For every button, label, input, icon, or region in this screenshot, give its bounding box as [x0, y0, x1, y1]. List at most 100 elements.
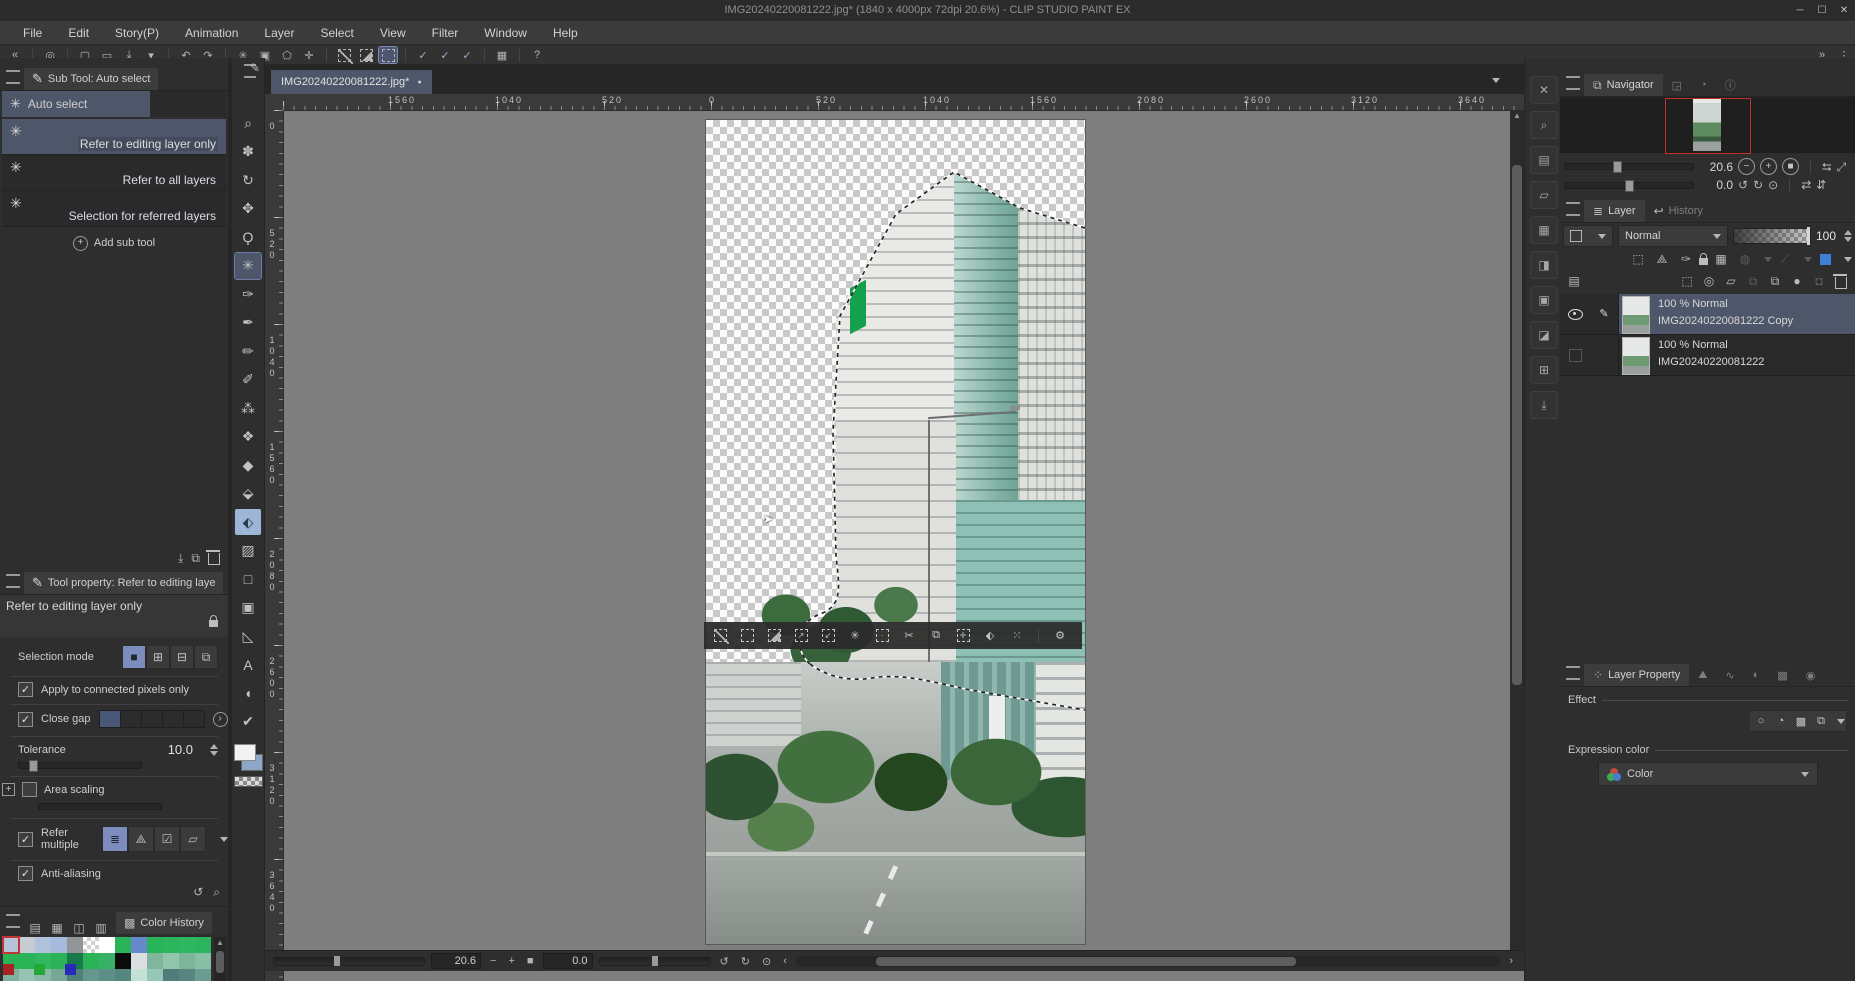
snap-to-grid-icon[interactable]: ✓ — [458, 47, 476, 63]
how-to-use-icon[interactable]: ? — [528, 47, 546, 63]
hand-tool[interactable]: ✽ — [235, 139, 261, 165]
lock-icon[interactable] — [209, 615, 218, 627]
clear-icon[interactable]: ✳ — [843, 625, 867, 646]
palette-dock-icon-8[interactable]: ◪ — [1530, 321, 1558, 349]
layer-property-tab[interactable]: ⁘ Layer Property — [1584, 664, 1690, 686]
layer-tab[interactable]: ≣ Layer — [1584, 200, 1645, 222]
rotation-value[interactable]: 0.0 — [542, 953, 593, 969]
nav-rotate-left-icon[interactable]: ↺ — [1738, 179, 1748, 191]
tool-property-panel-tab[interactable]: ✎ Tool property: Refer to editing laye — [24, 572, 224, 594]
color-swatch[interactable] — [147, 937, 163, 953]
ruler-range-icon[interactable]: ⟋ — [1774, 250, 1796, 268]
document-tab[interactable]: IMG20240220081222.jpg* ● — [271, 70, 432, 94]
sub-tool-menu-icon[interactable] — [6, 70, 20, 84]
brush-tool[interactable]: ✐ — [235, 367, 261, 393]
film-tab-icon[interactable]: ▩ — [1768, 664, 1796, 686]
fill-tool[interactable]: ⬖ — [235, 509, 261, 535]
nav-rotate-right-icon[interactable]: ↻ — [1753, 179, 1763, 191]
opacity-spinner[interactable] — [1844, 230, 1852, 242]
color-swatch[interactable] — [179, 937, 195, 953]
color-swatch[interactable] — [115, 937, 131, 953]
navigator-rotate-slider[interactable] — [1564, 179, 1694, 192]
close-gap-checkbox[interactable]: ✓ — [18, 711, 33, 727]
sub-tool-panel-tab[interactable]: ✎ Sub Tool: Auto select — [24, 68, 159, 90]
transparent-color-swatch[interactable] — [234, 776, 263, 787]
effect-chevron-icon[interactable] — [1837, 718, 1845, 724]
zoom-value[interactable]: 20.6 — [431, 953, 481, 969]
scroll-up-icon[interactable]: ▲ — [1510, 110, 1524, 122]
close-gap-level-5[interactable] — [182, 711, 204, 727]
canvas-viewport[interactable]: ↗ ↙ ✳ · ✂ ⧉ ✛ ⬖ ⁙ ⚙ ➤ — [283, 110, 1510, 967]
color-swatch[interactable] — [19, 937, 35, 953]
merge-with-lower-layer-icon[interactable]: ⧉ — [1764, 272, 1786, 290]
color-history-tab[interactable]: ▩ Color History — [116, 912, 212, 934]
palette-dock-icon-5[interactable]: ▦ — [1530, 216, 1558, 244]
close-button[interactable]: ✕ — [1835, 3, 1853, 18]
layer-list-view-icon[interactable]: ▤ — [1563, 272, 1585, 290]
rotate-right-icon[interactable]: ↻ — [738, 955, 753, 968]
delete-layer-icon[interactable] — [1830, 272, 1852, 290]
auto-select-tool[interactable]: ✳ — [234, 251, 262, 280]
refer-selected-layers-icon[interactable]: ☑ — [154, 826, 180, 852]
horizontal-scrollbar[interactable] — [795, 955, 1501, 967]
tolerance-spinner[interactable] — [210, 743, 218, 756]
pen-tool[interactable]: ✒ — [235, 310, 261, 336]
move-layer-tool[interactable]: ✥ — [235, 196, 261, 222]
eye-icon[interactable] — [1567, 309, 1583, 320]
color-slider-tab-icon[interactable]: ▦ — [46, 922, 68, 934]
extract-line-tab-icon[interactable]: ◐ — [1744, 664, 1769, 686]
halftone-effect-icon[interactable]: ▩ — [1791, 712, 1811, 730]
nav-fit-icon[interactable]: ■ — [1782, 158, 1799, 175]
reset-rotation-icon[interactable]: ⊙ — [759, 955, 774, 968]
eyedropper-tool[interactable]: ✑ — [235, 281, 261, 307]
sub-tool-item[interactable]: ✳ Selection for referred layers — [2, 191, 226, 227]
clear-outside-icon[interactable]: · — [870, 625, 894, 646]
blend-tool[interactable]: ⬙ — [235, 481, 261, 507]
apply-connected-checkbox[interactable]: ✓ — [18, 682, 33, 697]
deselect-icon[interactable] — [708, 625, 732, 646]
selection-mode-multiply-icon[interactable]: ⧉ — [194, 645, 218, 669]
color-swatch[interactable] — [2, 936, 20, 954]
snap-to-ruler-icon[interactable]: ✓ — [414, 47, 432, 63]
color-wheel-tab-icon[interactable]: ▤ — [24, 922, 46, 934]
refer-multiple-checkbox[interactable]: ✓ — [18, 831, 33, 847]
lock-layer-icon[interactable] — [1699, 253, 1708, 265]
refer-reference-layer-icon[interactable]: ⟁ — [128, 826, 154, 852]
selection-border-icon[interactable] — [378, 46, 398, 64]
delete-sub-tool-icon[interactable] — [206, 550, 220, 565]
palette-dock-icon-3[interactable]: ▤ — [1530, 146, 1558, 174]
menu-animation[interactable]: Animation — [172, 21, 251, 45]
lock-transparent-pixels-icon[interactable]: ▦ — [1710, 250, 1732, 268]
hidden-layer-checkbox[interactable] — [1568, 349, 1582, 362]
layer-panel-menu-icon[interactable] — [1566, 202, 1580, 216]
expression-color-dropdown[interactable]: Color — [1598, 762, 1818, 786]
close-gap-level-4[interactable] — [161, 711, 183, 727]
grid-view-icon[interactable]: ▦ — [493, 47, 511, 63]
zoom-tool[interactable]: ⌕ — [235, 110, 261, 136]
tone-tab-icon[interactable]: ⛰ — [1689, 664, 1716, 686]
palette-dock-icon-4[interactable]: ▱ — [1530, 181, 1558, 209]
record-tab-icon[interactable]: ◉ — [1797, 664, 1825, 686]
airbrush-tool[interactable]: ⁂ — [235, 395, 261, 421]
navigator-menu-icon[interactable] — [1566, 76, 1580, 90]
menu-window[interactable]: Window — [471, 21, 540, 45]
nav-zoom-out-icon[interactable]: − — [1738, 158, 1755, 175]
add-sub-tool-button[interactable]: + Add sub tool — [0, 230, 228, 256]
fill-selection-launcher-icon[interactable]: ⬖ — [978, 625, 1002, 646]
menu-layer[interactable]: Layer — [251, 21, 307, 45]
palette-dock-icon-10[interactable]: ⤓ — [1530, 391, 1558, 419]
correct-line-tool[interactable]: ✔ — [235, 709, 261, 735]
tolerance-slider-handle[interactable] — [29, 760, 38, 772]
navigator-zoom-slider[interactable] — [1564, 161, 1694, 173]
layer-thumbnail[interactable] — [1622, 337, 1650, 375]
minimize-button[interactable]: ─ — [1791, 3, 1809, 18]
sub-tool-group-tab[interactable]: ✳ Auto select — [2, 91, 150, 117]
vertical-scrollbar[interactable]: ▲ ▼ — [1510, 110, 1524, 967]
color-set-tab-icon[interactable]: ▥ — [90, 922, 112, 934]
navigator-preview[interactable] — [1560, 97, 1855, 154]
nav-reset-icon[interactable]: ⇵ — [1816, 179, 1826, 191]
palette-dock-icon-1[interactable]: ✕ — [1530, 76, 1558, 104]
vertical-scrollbar-thumb[interactable] — [1512, 165, 1522, 685]
maximize-button[interactable]: ☐ — [1813, 3, 1831, 18]
tab-list-chevron-icon[interactable] — [1492, 78, 1500, 83]
